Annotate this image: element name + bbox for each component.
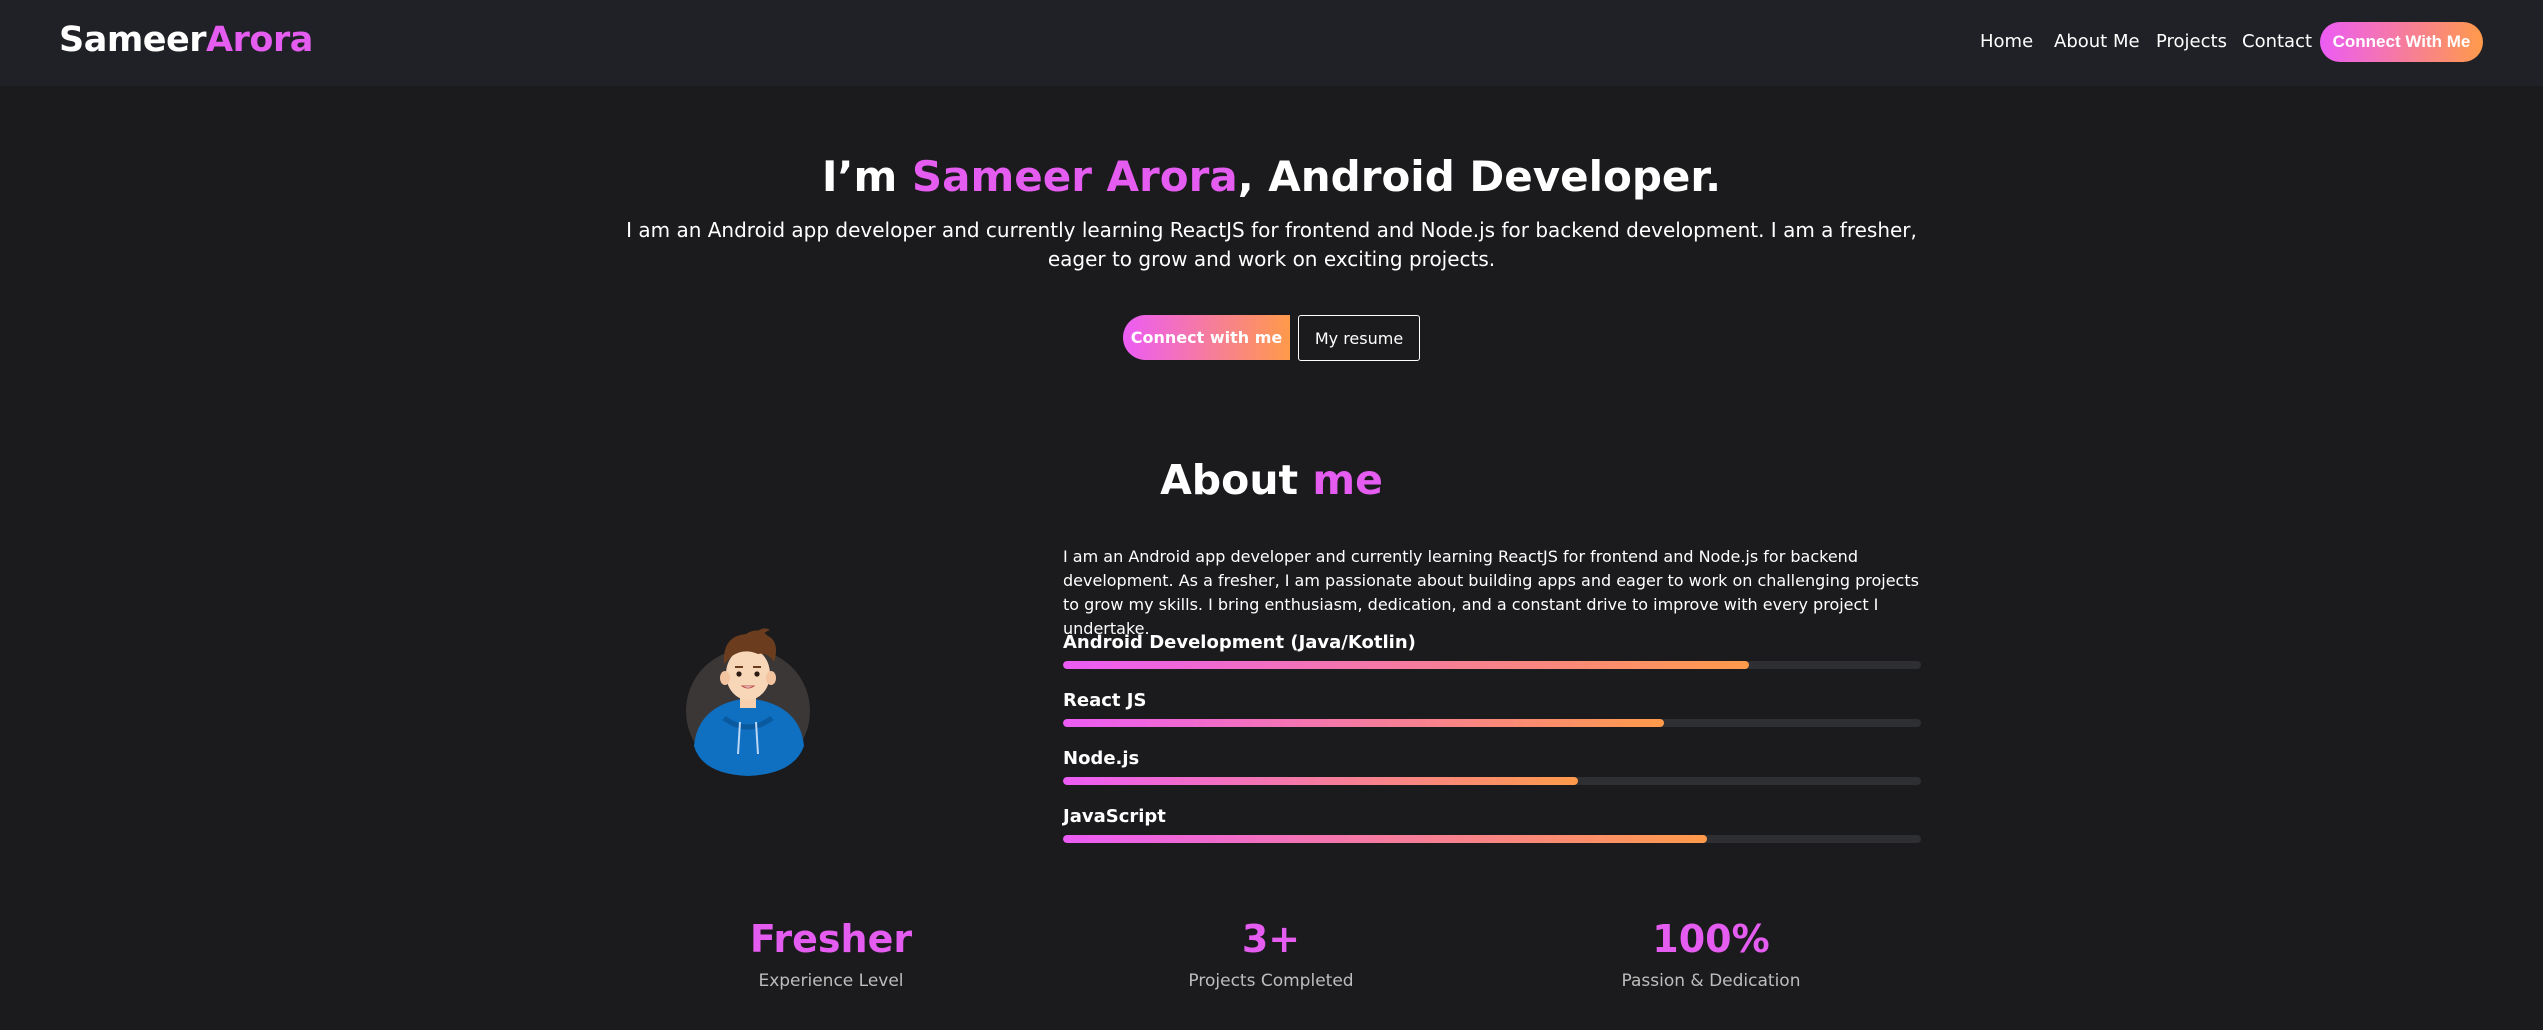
logo-last-name: Arora bbox=[206, 20, 313, 60]
nav-link-about-me[interactable]: About Me bbox=[2054, 31, 2140, 52]
skill-progress-track bbox=[1063, 777, 1921, 785]
stat-value: 3+ bbox=[1241, 917, 1301, 961]
stat-label: Passion & Dedication bbox=[1621, 971, 1801, 991]
stat-label: Projects Completed bbox=[1188, 971, 1354, 991]
skill-progress-fill bbox=[1063, 777, 1578, 785]
hero-title-name: Sameer Arora bbox=[911, 152, 1238, 201]
connect-with-me-button[interactable]: Connect with me bbox=[1123, 315, 1290, 360]
about-title: About me bbox=[0, 456, 2543, 504]
skill-name: Node.js bbox=[1063, 748, 1140, 769]
skill-progress-fill bbox=[1063, 661, 1750, 669]
logo-first-name: Sameer bbox=[59, 20, 207, 60]
hero-description: I am an Android app developer and curren… bbox=[626, 218, 1917, 271]
skill-javascript: JavaScript bbox=[1063, 806, 1921, 846]
skill-react-js: React JS bbox=[1063, 690, 1921, 730]
nav-link-contact[interactable]: Contact bbox=[2242, 31, 2312, 52]
skill-node-js: Node.js bbox=[1063, 748, 1921, 788]
developer-avatar-icon bbox=[686, 628, 810, 776]
site-logo[interactable]: SameerArora bbox=[59, 20, 313, 60]
stat-value: 100% bbox=[1652, 917, 1770, 961]
skill-android: Android Development (Java/Kotlin) bbox=[1063, 632, 1921, 672]
stat-label: Experience Level bbox=[758, 971, 904, 991]
hero-title-suffix: , Android Developer. bbox=[1237, 152, 1722, 201]
nav-link-home[interactable]: Home bbox=[1980, 31, 2033, 52]
hero-title-prefix: I’m bbox=[821, 152, 912, 201]
my-resume-button[interactable]: My resume bbox=[1298, 315, 1420, 361]
about-title-accent: me bbox=[1312, 456, 1383, 504]
stat-experience: Fresher Experience Level bbox=[671, 915, 991, 991]
connect-with-me-nav-button[interactable]: Connect With Me bbox=[2320, 22, 2483, 62]
skill-name: JavaScript bbox=[1063, 806, 1166, 827]
navbar: SameerArora Home About Me Projects Conta… bbox=[0, 0, 2543, 86]
skill-name: React JS bbox=[1063, 690, 1147, 711]
about-description: I am an Android app developer and curren… bbox=[1063, 547, 1919, 638]
skill-progress-fill bbox=[1063, 835, 1707, 843]
stat-passion: 100% Passion & Dedication bbox=[1551, 915, 1871, 991]
skill-progress-track bbox=[1063, 661, 1921, 669]
skill-progress-track bbox=[1063, 835, 1921, 843]
skill-progress-track bbox=[1063, 719, 1921, 727]
skill-progress-fill bbox=[1063, 719, 1664, 727]
stat-value: Fresher bbox=[749, 917, 913, 961]
skill-name: Android Development (Java/Kotlin) bbox=[1063, 632, 1416, 653]
hero-title: I’m Sameer Arora, Android Developer. bbox=[0, 152, 2543, 201]
about-title-prefix: About bbox=[1160, 456, 1313, 504]
stat-projects: 3+ Projects Completed bbox=[1111, 915, 1431, 991]
nav-link-projects[interactable]: Projects bbox=[2156, 31, 2227, 52]
